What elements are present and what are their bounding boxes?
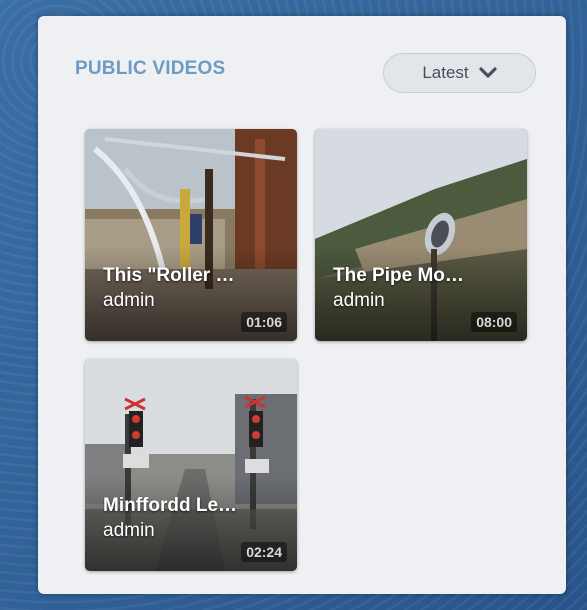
- section-title: PUBLIC VIDEOS: [75, 58, 226, 79]
- video-duration: 01:06: [241, 312, 287, 332]
- video-author: admin: [333, 290, 385, 311]
- video-card[interactable]: The Pipe Mo… admin 08:00: [315, 129, 527, 341]
- video-author: admin: [103, 290, 155, 311]
- video-title[interactable]: Minffordd Le…: [103, 495, 281, 517]
- video-card[interactable]: This "Roller … admin 01:06: [85, 129, 297, 341]
- video-duration: 08:00: [471, 312, 517, 332]
- video-card[interactable]: Minffordd Le… admin 02:24: [85, 359, 297, 571]
- sort-label: Latest: [422, 63, 469, 82]
- video-duration: 02:24: [241, 542, 287, 562]
- videos-panel: PUBLIC VIDEOS Latest This "Roller … admi…: [38, 16, 566, 594]
- video-title[interactable]: The Pipe Mo…: [333, 265, 511, 287]
- video-author: admin: [103, 520, 155, 541]
- video-title[interactable]: This "Roller …: [103, 265, 281, 287]
- sort-dropdown[interactable]: Latest: [383, 53, 536, 93]
- chevron-down-icon: [479, 67, 497, 78]
